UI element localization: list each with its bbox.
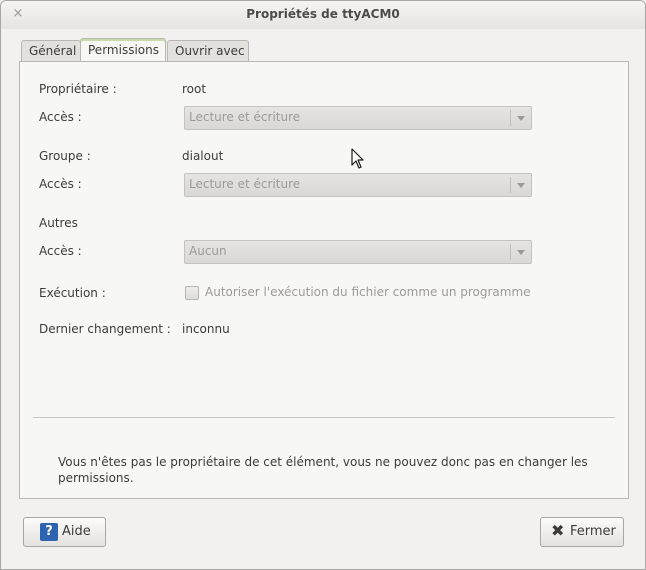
help-button[interactable]: ? Aide <box>23 517 106 547</box>
close-button[interactable]: ✖ Fermer <box>540 517 624 547</box>
ownership-notice: Vous n'êtes pas le propriétaire de cet é… <box>58 455 588 485</box>
tab-permissions[interactable]: Permissions <box>80 38 166 62</box>
exec-label: Exécution : <box>39 286 106 300</box>
close-icon: ✖ <box>551 521 565 540</box>
titlebar: × Propriétés de ttyACM0 <box>1 1 645 29</box>
window-title: Propriétés de ttyACM0 <box>246 7 400 21</box>
combo-separator <box>510 244 511 260</box>
others-label: Autres <box>39 216 78 230</box>
mouse-pointer-icon <box>351 148 364 169</box>
group-access-label: Accès : <box>39 177 82 191</box>
group-value: dialout <box>182 149 224 163</box>
divider <box>33 417 615 418</box>
question-icon: ? <box>40 523 58 541</box>
close-button-label: Fermer <box>570 524 616 539</box>
last-change-value: inconnu <box>182 322 230 336</box>
others-access-value: Aucun <box>189 244 227 258</box>
properties-window: × Propriétés de ttyACM0 Général Permissi… <box>0 0 646 570</box>
tab-open-with[interactable]: Ouvrir avec <box>167 40 249 62</box>
chevron-down-icon <box>517 183 525 188</box>
owner-access-label: Accès : <box>39 110 82 124</box>
chevron-down-icon <box>517 250 525 255</box>
exec-checkbox[interactable] <box>185 286 199 300</box>
owner-access-value: Lecture et écriture <box>189 110 301 124</box>
owner-label: Propriétaire : <box>39 82 117 96</box>
exec-checkbox-label[interactable]: Autoriser l'exécution du fichier comme u… <box>205 285 531 299</box>
last-change-label: Dernier changement : <box>39 322 171 336</box>
permissions-panel: Propriétaire : root Accès : Lecture et é… <box>19 61 629 499</box>
tab-general[interactable]: Général <box>21 40 81 62</box>
others-access-select[interactable]: Aucun <box>184 240 532 264</box>
owner-access-select[interactable]: Lecture et écriture <box>184 106 532 130</box>
group-access-select[interactable]: Lecture et écriture <box>184 173 532 197</box>
combo-separator <box>510 177 511 193</box>
combo-separator <box>510 110 511 126</box>
chevron-down-icon <box>517 116 525 121</box>
others-access-label: Accès : <box>39 244 82 258</box>
group-label: Groupe : <box>39 149 91 163</box>
help-button-label: Aide <box>62 524 91 539</box>
owner-value: root <box>182 82 207 96</box>
group-access-value: Lecture et écriture <box>189 177 301 191</box>
